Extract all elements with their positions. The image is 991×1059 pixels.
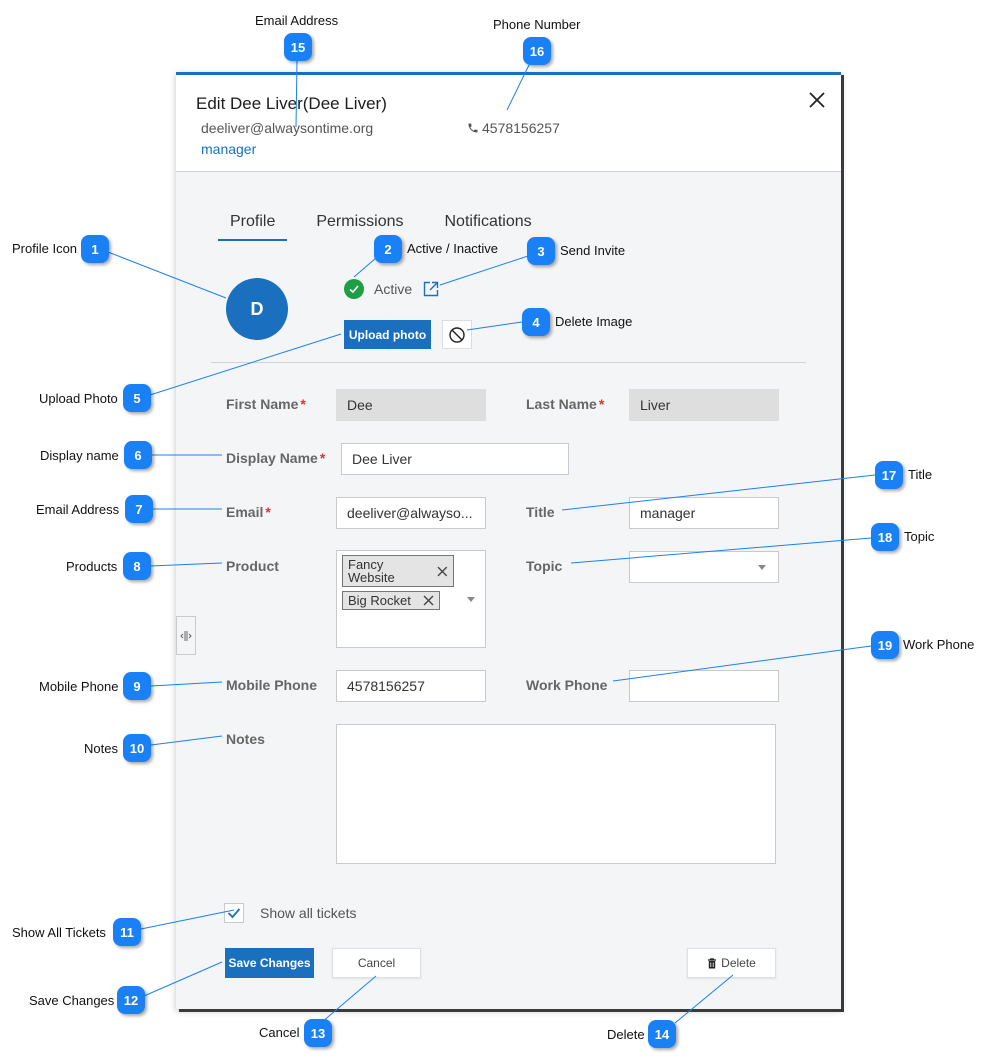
annotation-badge-10: 10: [123, 734, 151, 762]
resize-handle[interactable]: [176, 616, 196, 655]
first-name-label: First Name *: [226, 396, 306, 412]
notes-label: Notes: [226, 731, 265, 747]
resize-horizontal-icon: [180, 630, 192, 641]
topic-select[interactable]: [629, 551, 779, 583]
annotation-badge-16: 16: [523, 37, 551, 65]
email-field[interactable]: deeliver@alwayso...: [336, 497, 486, 529]
notes-textarea[interactable]: [336, 724, 776, 864]
annotation-label-15: Email Address: [255, 13, 339, 28]
annotation-badge-5: 5: [123, 384, 151, 412]
annotation-label-11: Show All Tickets: [12, 925, 106, 940]
annotation-badge-7: 7: [125, 495, 153, 523]
tab-notifications[interactable]: Notifications: [433, 211, 544, 241]
title-label: Title: [526, 504, 555, 520]
chevron-down-icon[interactable]: [758, 565, 766, 570]
check-circle-icon[interactable]: [344, 279, 364, 299]
display-name-label: Display Name *: [226, 450, 326, 466]
display-name-field[interactable]: Dee Liver: [341, 443, 569, 475]
save-changes-button[interactable]: Save Changes: [225, 948, 314, 978]
status-label: Active: [374, 281, 413, 297]
edit-user-modal: Edit Dee Liver(Dee Liver) deeliver@alway…: [176, 72, 841, 1009]
chevron-down-icon[interactable]: [467, 597, 475, 602]
topic-label: Topic: [526, 558, 563, 574]
active-status: Active: [344, 279, 440, 299]
mobile-phone-label: Mobile Phone: [226, 677, 317, 693]
external-link-icon[interactable]: [422, 280, 440, 298]
delete-image-button[interactable]: [442, 320, 472, 349]
annotation-label-5: Upload Photo: [39, 391, 118, 406]
prohibited-icon: [449, 326, 465, 343]
product-chip: Big Rocket: [342, 591, 440, 610]
modal-title: Edit Dee Liver(Dee Liver): [196, 94, 387, 113]
remove-chip-icon[interactable]: [437, 566, 448, 577]
header-email: deeliver@alwaysontime.org: [201, 120, 374, 136]
annotation-badge-12: 12: [117, 986, 145, 1014]
annotation-badge-14: 14: [648, 1020, 676, 1048]
annotation-label-7: Email Address: [36, 502, 120, 517]
annotation-label-10: Notes: [84, 741, 118, 756]
trash-icon: [708, 957, 717, 968]
annotation-badge-6: 6: [124, 441, 152, 469]
annotation-badge-4: 4: [522, 308, 550, 336]
first-name-field[interactable]: Dee: [336, 389, 486, 421]
avatar: D: [226, 278, 288, 340]
product-chip: Fancy Website: [342, 555, 454, 587]
title-field[interactable]: manager: [629, 497, 779, 529]
annotation-label-14: Delete: [607, 1027, 645, 1042]
modal-header: Edit Dee Liver(Dee Liver) deeliver@alway…: [176, 75, 841, 172]
last-name-field[interactable]: Liver: [629, 389, 779, 421]
header-job-title[interactable]: manager: [201, 141, 256, 157]
annotation-label-4: Delete Image: [555, 314, 633, 329]
product-label: Product: [226, 558, 279, 574]
annotation-badge-3: 3: [527, 237, 555, 265]
delete-button[interactable]: Delete: [687, 948, 776, 978]
product-multiselect[interactable]: Fancy Website Big Rocket: [336, 550, 486, 648]
annotation-badge-15: 15: [284, 33, 312, 61]
work-phone-label: Work Phone: [526, 677, 608, 693]
annotation-badge-1: 1: [81, 235, 109, 263]
annotation-label-6: Display name: [40, 448, 119, 463]
header-phone-value: 4578156257: [482, 120, 560, 136]
show-all-tickets-checkbox[interactable]: [224, 903, 244, 923]
last-name-label: Last Name *: [526, 396, 605, 412]
checkmark-icon: [227, 908, 241, 919]
annotation-label-18: Topic: [904, 529, 935, 544]
annotation-label-19: Work Phone: [903, 637, 975, 652]
remove-chip-icon[interactable]: [423, 595, 434, 606]
upload-photo-button[interactable]: Upload photo: [344, 320, 431, 349]
mobile-phone-field[interactable]: 4578156257: [336, 670, 486, 702]
annotation-badge-13: 13: [304, 1019, 332, 1047]
delete-button-label: Delete: [721, 956, 756, 970]
annotation-badge-8: 8: [123, 552, 151, 580]
annotation-label-1: Profile Icon: [12, 241, 78, 256]
show-all-tickets-label: Show all tickets: [260, 905, 357, 921]
product-chip-label: Fancy Website: [348, 557, 395, 585]
close-icon[interactable]: [807, 90, 827, 110]
annotation-label-8: Products: [66, 559, 118, 574]
annotation-badge-11: 11: [113, 918, 141, 946]
header-phone: 4578156257: [467, 120, 560, 136]
annotation-label-12: Save Changes: [29, 993, 115, 1008]
annotation-label-16: Phone Number: [493, 17, 581, 32]
annotation-badge-2: 2: [374, 235, 402, 263]
annotation-badge-19: 19: [871, 631, 899, 659]
annotation-label-3: Send Invite: [560, 243, 626, 258]
annotation-badge-18: 18: [871, 523, 899, 551]
cancel-button[interactable]: Cancel: [332, 948, 421, 978]
annotation-label-2: Active / Inactive: [407, 241, 499, 256]
annotation-badge-17: 17: [875, 461, 903, 489]
annotation-badge-9: 9: [123, 672, 151, 700]
email-label: Email *: [226, 504, 271, 520]
tab-profile[interactable]: Profile: [218, 211, 288, 241]
section-divider: [211, 362, 806, 363]
annotation-label-17: Title: [908, 467, 933, 482]
annotation-label-13: Cancel: [259, 1025, 300, 1040]
phone-icon: [468, 123, 478, 133]
product-chip-label: Big Rocket: [348, 593, 411, 608]
work-phone-field[interactable]: [629, 670, 779, 702]
annotation-label-9: Mobile Phone: [39, 679, 119, 694]
